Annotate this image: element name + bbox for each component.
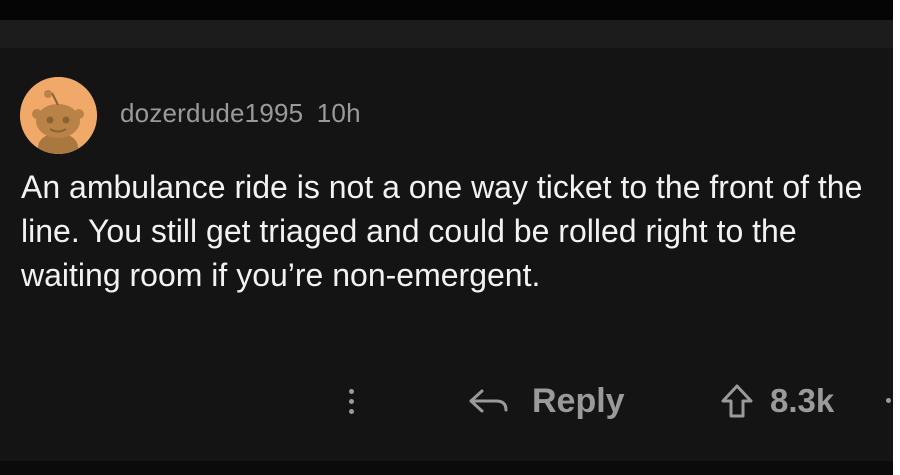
upvote-button[interactable]: [720, 383, 754, 419]
comment-action-bar: Reply 8.3k: [0, 376, 893, 426]
previous-content-band: [0, 20, 893, 48]
app-screen: dozerdude1995 10h An ambulance ride is n…: [0, 0, 893, 475]
upvote-arrow-icon: [721, 384, 753, 418]
username[interactable]: dozerdude1995: [120, 98, 303, 128]
reply-arrow-icon: [469, 389, 508, 413]
downvote-button-edge[interactable]: [886, 398, 891, 403]
reply-label: Reply: [532, 381, 625, 420]
snoo-avatar-icon: [20, 77, 97, 154]
reply-button[interactable]: Reply: [466, 376, 625, 426]
comment-body: An ambulance ride is not a one way ticke…: [21, 169, 863, 293]
top-bar: [0, 0, 893, 20]
vote-score: 8.3k: [770, 382, 835, 419]
comment-author[interactable]: dozerdude1995 10h: [120, 98, 361, 129]
comment-timestamp: 10h: [316, 98, 361, 128]
bottom-band: [0, 461, 893, 475]
avatar[interactable]: [20, 77, 97, 154]
more-options-button[interactable]: [338, 382, 364, 422]
vote-controls: 8.3k: [720, 376, 834, 426]
